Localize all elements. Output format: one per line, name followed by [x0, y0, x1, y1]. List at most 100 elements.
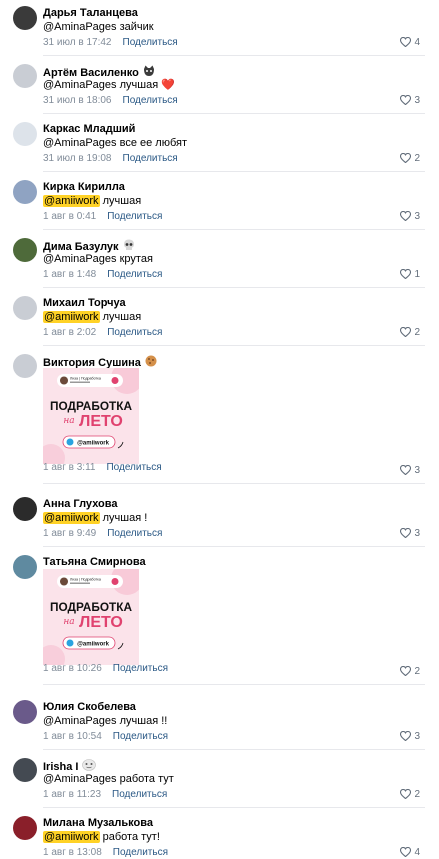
like-button[interactable]: 3 [400, 527, 420, 540]
comment-text: @amiiwork лучшая [43, 310, 141, 324]
comment-meta: 31 июл в 19:08 Поделиться [43, 153, 178, 165]
svg-text:@amiiwork: @amiiwork [77, 441, 110, 447]
comment-author[interactable]: Кирка Кирилла [43, 181, 125, 194]
comment-date[interactable]: 31 июл в 17:42 [43, 37, 112, 48]
comment-author[interactable]: Милана Музалькова [43, 817, 153, 830]
mention-link[interactable]: @AminaPages [43, 715, 117, 727]
like-button[interactable]: 3 [400, 94, 420, 107]
comment-body: лучшая ❤️ [116, 79, 175, 91]
mention-link[interactable]: @AminaPages [43, 21, 117, 33]
author-name[interactable]: Татьяна Смирнова [43, 556, 146, 568]
like-button[interactable]: 3 [400, 464, 420, 477]
comment-body: лучшая [99, 195, 142, 207]
author-name[interactable]: Юлия Скобелева [43, 701, 136, 713]
mention-link[interactable]: @AminaPages [43, 79, 117, 91]
avatar[interactable] [13, 700, 37, 724]
avatar[interactable] [13, 555, 37, 579]
comment-text: @amiiwork работа тут! [43, 830, 160, 844]
share-button[interactable]: Поделиться [106, 462, 161, 473]
comment-date[interactable]: 1 авг в 10:26 [43, 663, 102, 674]
author-name[interactable]: Милана Музалькова [43, 817, 153, 829]
avatar[interactable] [13, 238, 37, 262]
author-name[interactable]: Каркас Младший [43, 123, 135, 135]
share-button[interactable]: Поделиться [113, 731, 168, 742]
svg-text:на: на [63, 416, 74, 426]
comment-date[interactable]: 1 авг в 9:49 [43, 528, 96, 539]
comment-author[interactable]: Каркас Младший [43, 123, 135, 136]
comment-author[interactable]: Дарья Таланцева [43, 7, 138, 20]
like-button[interactable]: 2 [400, 326, 420, 339]
mention-link[interactable]: @amiiwork [43, 831, 100, 843]
like-button[interactable]: 1 [400, 268, 420, 281]
divider [43, 287, 425, 288]
comment-date[interactable]: 1 авг в 0:41 [43, 211, 96, 222]
comment-text: @amiiwork лучшая ! [43, 511, 147, 525]
avatar[interactable] [13, 64, 37, 88]
avatar[interactable] [13, 497, 37, 521]
mention-link[interactable]: @amiiwork [43, 195, 100, 207]
promo-image[interactable]: Лиза | Подработка ПОДРАБОТКА на ЛЕТО @am… [43, 569, 139, 665]
avatar[interactable] [13, 122, 37, 146]
cat-emoji [143, 65, 154, 76]
avatar[interactable] [13, 296, 37, 320]
like-button[interactable]: 2 [400, 152, 420, 165]
mention-link[interactable]: @AminaPages [43, 253, 117, 265]
avatar[interactable] [13, 354, 37, 378]
comment-date[interactable]: 1 авг в 2:02 [43, 327, 96, 338]
avatar[interactable] [13, 758, 37, 782]
comment-date[interactable]: 31 июл в 19:08 [43, 153, 112, 164]
author-name[interactable]: Дарья Таланцева [43, 7, 138, 19]
avatar[interactable] [13, 180, 37, 204]
share-button[interactable]: Поделиться [123, 95, 178, 106]
comment-text: @AminaPages работа тут [43, 772, 174, 786]
share-button[interactable]: Поделиться [107, 327, 162, 338]
comment-date[interactable]: 1 авг в 3:11 [43, 462, 95, 473]
comment-meta: 1 авг в 10:54 Поделиться [43, 731, 168, 743]
like-button[interactable]: 4 [400, 846, 420, 859]
comment-date[interactable]: 31 июл в 18:06 [43, 95, 112, 106]
comment-text: @AminaPages крутая [43, 252, 153, 266]
like-button[interactable]: 2 [400, 665, 420, 678]
mention-link[interactable]: @amiiwork [43, 512, 100, 524]
share-button[interactable]: Поделиться [113, 663, 168, 674]
like-button[interactable]: 3 [400, 730, 420, 743]
mention-link[interactable]: @AminaPages [43, 773, 117, 785]
avatar[interactable] [13, 816, 37, 840]
avatar[interactable] [13, 6, 37, 30]
comment-author[interactable]: Юлия Скобелева [43, 701, 136, 714]
comment-date[interactable]: 1 авг в 13:08 [43, 847, 102, 858]
comment-body: лучшая [99, 311, 142, 323]
promo-image[interactable]: Лиза | Подработка ПОДРАБОТКА на ЛЕТО @am… [43, 368, 139, 464]
like-count: 2 [414, 327, 420, 338]
divider [43, 345, 425, 346]
share-button[interactable]: Поделиться [123, 153, 178, 164]
author-name[interactable]: Анна Глухова [43, 498, 118, 510]
comment-text: @AminaPages все ее любят [43, 136, 187, 150]
promo-image-graphic: Лиза | Подработка ПОДРАБОТКА на ЛЕТО @am… [43, 569, 139, 665]
divider [43, 171, 425, 172]
comment-date[interactable]: 1 авг в 11:23 [43, 789, 101, 800]
like-button[interactable]: 3 [400, 210, 420, 223]
share-button[interactable]: Поделиться [113, 847, 168, 858]
comment-body: лучшая !! [116, 715, 168, 727]
comment-author[interactable]: Анна Глухова [43, 498, 118, 511]
like-button[interactable]: 2 [400, 788, 420, 801]
like-button[interactable]: 4 [400, 36, 420, 49]
share-button[interactable]: Поделиться [107, 211, 162, 222]
mention-link[interactable]: @AminaPages [43, 137, 117, 149]
comment-author[interactable]: Татьяна Смирнова [43, 556, 146, 569]
author-name[interactable]: Кирка Кирилла [43, 181, 125, 193]
divider [43, 684, 425, 685]
mention-link[interactable]: @amiiwork [43, 311, 100, 323]
share-button[interactable]: Поделиться [107, 528, 162, 539]
comment-date[interactable]: 1 авг в 10:54 [43, 731, 102, 742]
share-button[interactable]: Поделиться [112, 789, 167, 800]
comment-author[interactable]: Михаил Торчуа [43, 297, 126, 310]
comment-body: зайчик [116, 21, 154, 33]
comment-meta: 1 авг в 11:23 Поделиться [43, 789, 167, 801]
comment-date[interactable]: 1 авг в 1:48 [43, 269, 96, 280]
author-name[interactable]: Михаил Торчуа [43, 297, 126, 309]
comment-text: @AminaPages лучшая ❤️ [43, 78, 175, 92]
share-button[interactable]: Поделиться [123, 37, 178, 48]
share-button[interactable]: Поделиться [107, 269, 162, 280]
